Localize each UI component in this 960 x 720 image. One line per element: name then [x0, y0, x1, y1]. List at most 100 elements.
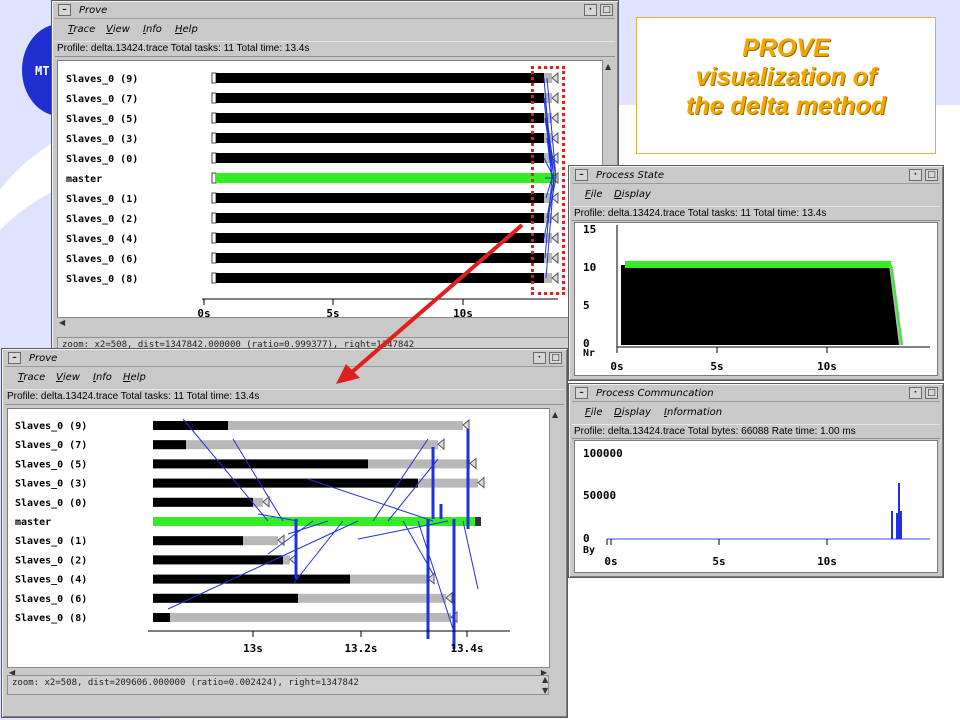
- slave-bar: [216, 153, 544, 163]
- end-marker: [277, 534, 285, 547]
- process-label: Slaves_0 (5): [66, 114, 138, 125]
- y-tick-label: 100000: [583, 447, 623, 460]
- process-label: master: [66, 174, 102, 185]
- x-tick-label: 5s: [712, 555, 725, 568]
- status-scroll-up[interactable]: ▲: [542, 675, 548, 684]
- window-menu-button[interactable]: –: [575, 387, 588, 399]
- maximize-button[interactable]: □: [600, 4, 613, 16]
- process-label: Slaves_0 (3): [15, 479, 87, 490]
- slave-bar: [216, 73, 544, 83]
- y-unit-label: Nr: [583, 348, 595, 359]
- horizontal-scrollbar[interactable]: ◀ ▶: [57, 317, 602, 329]
- start-marker: [211, 112, 217, 124]
- minimize-button[interactable]: ·: [584, 4, 597, 16]
- zoom-status: zoom: x2=508, dist=209606.000000 (ratio=…: [7, 675, 549, 695]
- busy-area: [621, 265, 899, 345]
- menu-bar: Trace View Info Help: [55, 20, 615, 39]
- process-label: Slaves_0 (3): [66, 134, 138, 145]
- menu-view[interactable]: View: [106, 24, 130, 35]
- axis-tick-label: 5s: [326, 307, 339, 317]
- scroll-up-arrow[interactable]: ▲: [552, 410, 558, 419]
- process-label: Slaves_0 (7): [66, 94, 138, 105]
- title-bar[interactable]: – Process Communcation · □: [572, 386, 940, 402]
- window-menu-button[interactable]: –: [58, 4, 71, 16]
- process-label: Slaves_0 (9): [15, 421, 87, 432]
- maximize-button[interactable]: □: [925, 387, 938, 399]
- scroll-left-arrow[interactable]: ◀: [59, 318, 65, 327]
- minimize-button[interactable]: ·: [909, 387, 922, 399]
- menu-bar: Trace View Info Help: [5, 368, 564, 387]
- slave-bar: [216, 193, 544, 203]
- callout-box: PROVE visualization of the delta method: [636, 17, 936, 154]
- process-label: Slaves_0 (4): [66, 234, 138, 245]
- end-marker: [469, 457, 477, 470]
- process-label: Slaves_0 (2): [15, 555, 87, 566]
- status-scroll-down[interactable]: ▼: [542, 686, 548, 695]
- end-marker: [477, 476, 485, 489]
- maximize-button[interactable]: □: [549, 352, 562, 364]
- logo-text: MT: [35, 64, 50, 78]
- window-menu-button[interactable]: –: [575, 169, 588, 181]
- profile-info: Profile: delta.13424.trace Total tasks: …: [5, 389, 564, 405]
- menu-help[interactable]: Help: [175, 24, 198, 35]
- y-tick-label: 5: [583, 299, 590, 312]
- start-marker: [211, 232, 217, 244]
- slave-bar: [216, 113, 544, 123]
- slave-bar: [153, 574, 350, 584]
- process-state-chart-panel: 15 10 5 0 Nr 0s 5s 10s: [574, 222, 938, 376]
- x-tick-label: 10s: [817, 555, 837, 568]
- process-label: Slaves_0 (4): [15, 575, 87, 586]
- start-marker: [211, 72, 217, 84]
- vertical-scrollbar[interactable]: ▲: [549, 408, 561, 667]
- menu-info[interactable]: Info: [93, 372, 112, 383]
- callout-line-3: the delta method: [685, 92, 886, 120]
- menu-file[interactable]: File: [585, 189, 602, 200]
- menu-trace[interactable]: Trace: [68, 24, 95, 35]
- slave-bar: [153, 593, 298, 603]
- menu-view[interactable]: View: [56, 372, 80, 383]
- axis-tick-label: 10s: [453, 307, 473, 317]
- start-marker: [211, 272, 217, 284]
- slave-bar: [153, 478, 418, 488]
- menu-trace[interactable]: Trace: [18, 372, 45, 383]
- menu-file[interactable]: File: [585, 407, 602, 418]
- x-tick-label: 5s: [710, 360, 723, 373]
- menu-help[interactable]: Help: [123, 372, 146, 383]
- y-tick-label: 10: [583, 261, 596, 274]
- menu-display[interactable]: Display: [614, 189, 651, 200]
- axis-tick-label: 13s: [243, 642, 263, 655]
- end-marker: [437, 438, 445, 451]
- title-bar[interactable]: – Prove · □: [5, 351, 564, 367]
- window-title: Prove: [29, 353, 58, 364]
- minimize-button[interactable]: ·: [909, 169, 922, 181]
- axis-tick-label: 13.2s: [344, 642, 377, 655]
- window-menu-button[interactable]: –: [8, 352, 21, 364]
- start-marker: [211, 152, 217, 164]
- y-tick-label: 50000: [583, 489, 616, 502]
- scroll-up-arrow[interactable]: ▲: [605, 62, 611, 71]
- window-title: Process Communcation: [596, 388, 714, 399]
- process-label: Slaves_0 (2): [66, 214, 138, 225]
- prove-window-zoomed: – Prove · □ Trace View Info Help Profile…: [1, 348, 568, 718]
- slave-bar: [153, 536, 243, 546]
- process-state-chart: 151050Nr0s 5s 10s: [583, 223, 930, 373]
- axis-tick-label: 0s: [197, 307, 210, 317]
- start-marker: [211, 132, 217, 144]
- minimize-button[interactable]: ·: [533, 352, 546, 364]
- maximize-button[interactable]: □: [925, 169, 938, 181]
- start-marker: [211, 252, 217, 264]
- slave-bar: [153, 613, 170, 622]
- title-bar[interactable]: – Process State · □: [572, 168, 940, 184]
- process-label: Slaves_0 (1): [66, 194, 138, 205]
- profile-info: Profile: delta.13424.trace Total tasks: …: [55, 41, 615, 57]
- menu-display[interactable]: Display: [614, 407, 651, 418]
- menu-information[interactable]: Information: [664, 407, 722, 418]
- process-label: Slaves_0 (8): [66, 274, 138, 285]
- menu-info[interactable]: Info: [143, 24, 162, 35]
- menu-bar: File Display Information: [572, 403, 940, 422]
- process-label: Slaves_0 (1): [15, 536, 87, 547]
- slave-bar: [153, 440, 186, 450]
- title-bar[interactable]: – Prove · □: [55, 3, 615, 19]
- timeline-panel: Slaves_0 (9) Slaves_0 (7) Slaves_0 (5) Slav…: [57, 60, 603, 318]
- slave-bar: [153, 555, 283, 565]
